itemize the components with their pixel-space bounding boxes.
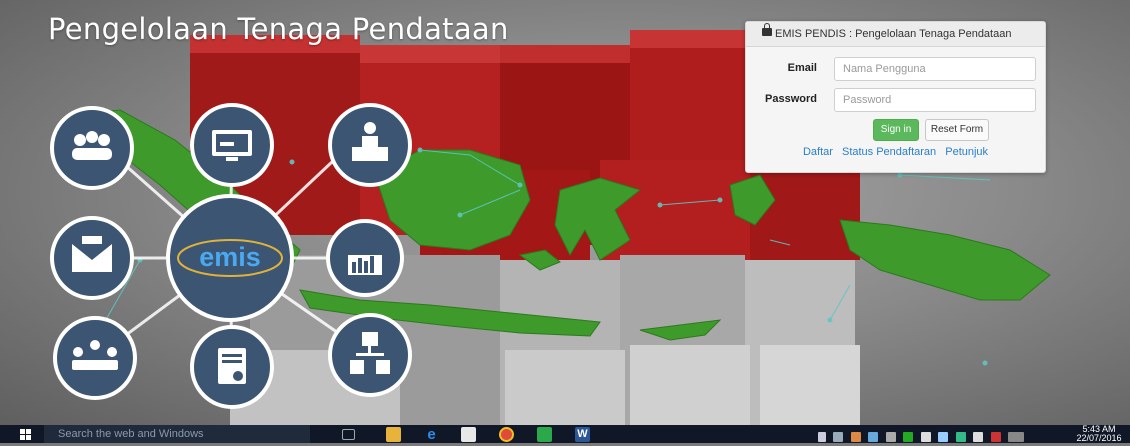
start-button[interactable] — [20, 429, 32, 440]
login-panel: EMIS PENDIS : Pengelolaan Tenaga Pendata… — [745, 21, 1046, 173]
volume-icon[interactable] — [973, 431, 984, 442]
reset-form-button[interactable]: Reset Form — [925, 119, 989, 141]
green-app-icon[interactable] — [537, 427, 552, 442]
windows-taskbar: Search the web and Windows e W 5:43 AM 2… — [0, 425, 1130, 443]
tray-icon-4[interactable] — [885, 431, 896, 442]
wifi-icon[interactable] — [938, 431, 949, 442]
email-row: Email — [746, 57, 1045, 81]
lock-icon — [762, 23, 772, 36]
clock-date: 22/07/2016 — [1076, 433, 1122, 443]
file-explorer-icon[interactable] — [386, 427, 401, 442]
login-header: EMIS PENDIS : Pengelolaan Tenaga Pendata… — [746, 22, 1045, 47]
tray-icon-5[interactable] — [903, 431, 914, 442]
background-scene: emis Pengelolaan Tenaga Pendataan EMIS P… — [0, 0, 1130, 425]
system-tray — [818, 428, 1027, 442]
tray-icon-8[interactable] — [990, 431, 1001, 442]
tray-icon-6[interactable] — [920, 431, 931, 442]
taskbar-clock[interactable]: 5:43 AM 22/07/2016 — [1070, 425, 1128, 443]
login-header-text: EMIS PENDIS : Pengelolaan Tenaga Pendata… — [775, 28, 1012, 40]
password-field[interactable] — [834, 88, 1036, 112]
status-pendaftaran-link[interactable]: Status Pendaftaran — [842, 146, 936, 158]
meeting-icon — [53, 316, 137, 400]
tray-icon-2[interactable] — [850, 431, 861, 442]
edge-icon[interactable]: e — [424, 427, 439, 442]
password-label: Password — [765, 93, 817, 105]
chrome-icon[interactable] — [499, 427, 514, 442]
keyboard-icon[interactable] — [1007, 431, 1024, 442]
email-field[interactable] — [834, 57, 1036, 81]
sign-in-button[interactable]: Sign in — [873, 119, 919, 141]
petunjuk-link[interactable]: Petunjuk — [945, 146, 988, 158]
tray-icon-1[interactable] — [833, 431, 844, 442]
tray-icon-3[interactable] — [868, 431, 879, 442]
login-links: Daftar Status Pendaftaran Petunjuk — [746, 146, 1045, 158]
task-view-icon[interactable] — [342, 429, 355, 440]
taskbar-search[interactable]: Search the web and Windows — [44, 425, 310, 443]
page-title: Pengelolaan Tenaga Pendataan — [48, 12, 509, 46]
tray-icon-7[interactable] — [955, 431, 966, 442]
word-icon[interactable]: W — [575, 427, 590, 442]
email-label: Email — [787, 62, 817, 74]
daftar-link[interactable]: Daftar — [803, 146, 833, 158]
store-icon[interactable] — [461, 427, 476, 442]
password-row: Password — [746, 88, 1045, 112]
chevron-up-icon[interactable] — [818, 431, 826, 442]
